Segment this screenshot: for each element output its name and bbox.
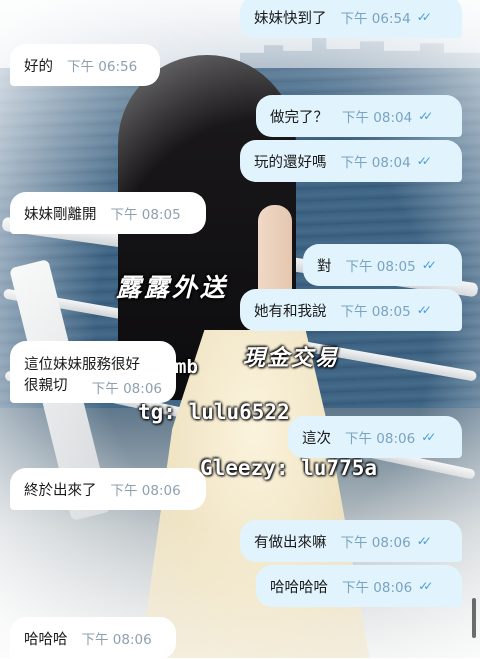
message-bubble[interactable]: 她有和我說 下午 08:05 ✓✓ <box>240 289 462 331</box>
message-bubble[interactable]: 哈哈哈 下午 08:06 <box>10 617 176 659</box>
message-time: 下午 08:06 <box>81 632 152 648</box>
message-text: 終於出來了 <box>24 482 97 499</box>
message-bubble[interactable]: 這次 下午 08:06 ✓✓ <box>288 416 462 458</box>
message-text: 玩的還好嗎 <box>254 154 327 171</box>
message-bubble[interactable]: 有做出來嘛 下午 08:06 ✓✓ <box>240 520 462 562</box>
message-text: 這次 <box>302 430 331 447</box>
watermark-tg: tg: lulu6522 <box>138 400 290 424</box>
message-time: 下午 06:56 <box>67 59 138 75</box>
message-bubble[interactable]: 對 下午 08:05 ✓✓ <box>303 244 462 286</box>
message-time: 下午 08:05 <box>340 304 411 320</box>
double-check-icon: ✓✓ <box>416 534 432 548</box>
message-time: 下午 08:05 <box>110 207 181 223</box>
watermark-title: 露露外送 <box>116 273 229 302</box>
double-check-icon: ✓✓ <box>416 10 432 24</box>
double-check-icon: ✓✓ <box>418 109 433 123</box>
message-time: 下午 06:54 <box>340 11 411 27</box>
double-check-icon: ✓✓ <box>421 258 437 272</box>
message-time: 下午 08:06 <box>342 580 413 596</box>
watermark-gleezy: Gleezy: lu775a <box>200 456 378 480</box>
message-text: 哈哈哈 <box>24 631 68 648</box>
message-time: 下午 08:06 <box>340 535 411 551</box>
watermark-mb: mb <box>175 356 198 378</box>
message-text: 有做出來嘛 <box>254 534 327 551</box>
message-time: 下午 08:04 <box>342 110 413 126</box>
message-time: 下午 08:06 <box>345 431 416 447</box>
double-check-icon: ✓✓ <box>416 154 432 168</box>
message-bubble[interactable]: 玩的還好嗎 下午 08:04 ✓✓ <box>240 140 462 182</box>
message-text: 做完了？ <box>270 109 328 126</box>
message-bubble[interactable]: 這位妹妹服務很好很親切 下午 08:06 <box>10 341 176 403</box>
message-time: 下午 08:05 <box>345 259 416 275</box>
message-bubble[interactable]: 做完了？ 下午 08:04 ✓✓ <box>256 95 462 137</box>
double-check-icon: ✓✓ <box>416 303 432 317</box>
message-bubble[interactable]: 終於出來了 下午 08:06 <box>10 468 206 510</box>
message-time: 下午 08:06 <box>110 483 181 499</box>
message-text: 對 <box>317 258 332 275</box>
double-check-icon: ✓✓ <box>418 579 433 593</box>
message-text: 妹妹快到了 <box>254 10 327 27</box>
message-bubble[interactable]: 好的 下午 06:56 <box>10 44 160 86</box>
chat-scrollbar[interactable] <box>472 598 476 638</box>
message-text: 哈哈哈哈 <box>270 579 328 596</box>
message-bubble[interactable]: 哈哈哈哈 下午 08:06 ✓✓ <box>256 565 462 607</box>
message-text: 妹妹剛離開 <box>24 206 97 223</box>
watermark-cash: 現金交易 <box>243 346 340 371</box>
message-text: 她有和我說 <box>254 303 327 320</box>
message-bubble[interactable]: 妹妹快到了 下午 06:54 ✓✓ <box>240 0 462 38</box>
message-text: 好的 <box>24 58 53 75</box>
message-time: 下午 08:04 <box>340 155 411 171</box>
double-check-icon: ✓✓ <box>421 430 436 444</box>
message-time: 下午 08:06 <box>91 381 162 397</box>
message-bubble[interactable]: 妹妹剛離開 下午 08:05 <box>10 192 206 234</box>
